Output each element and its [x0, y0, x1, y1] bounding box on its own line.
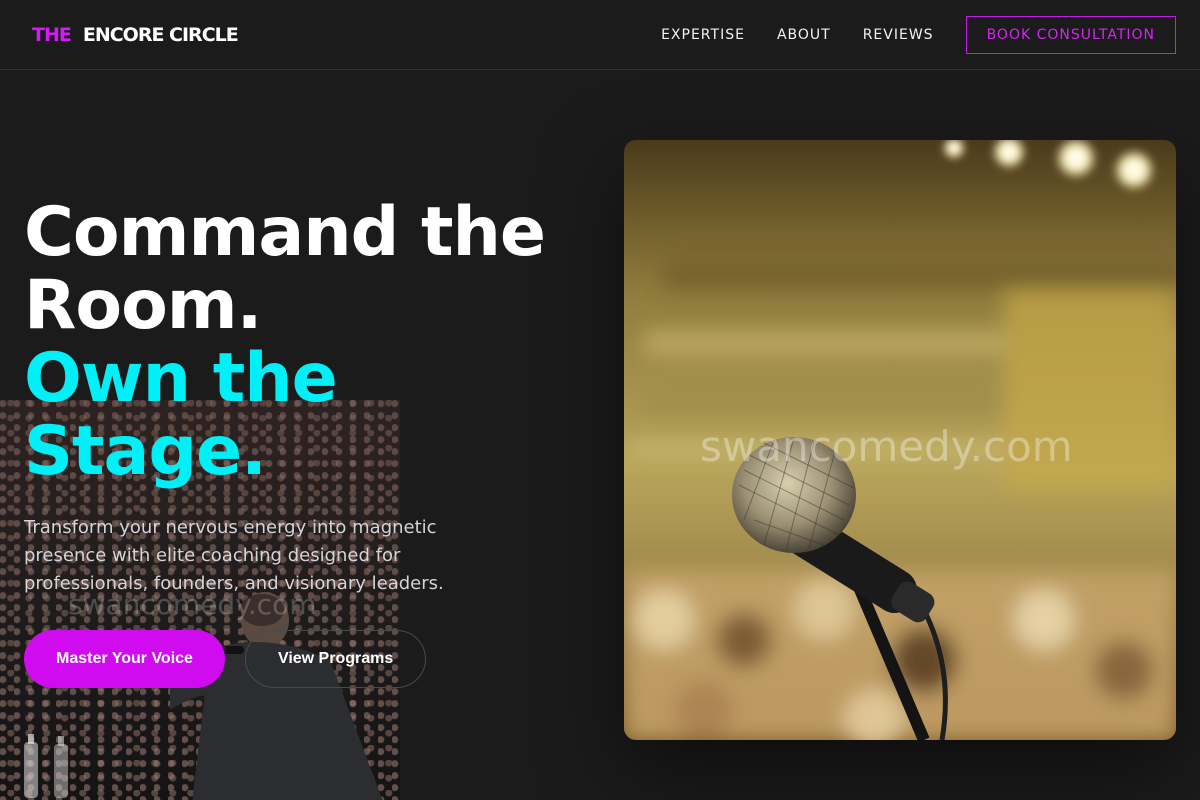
- nav-link-expertise[interactable]: EXPERTISE: [661, 27, 745, 43]
- nav-link-reviews[interactable]: REVIEWS: [863, 27, 934, 43]
- nav-links: EXPERTISE ABOUT REVIEWS BOOK CONSULTATIO…: [629, 16, 1176, 54]
- logo[interactable]: THE ENCORE CIRCLE: [32, 24, 239, 46]
- microphone-photo: swancomedy.com: [624, 140, 1176, 740]
- logo-prefix: THE: [32, 24, 72, 46]
- hero-headline: Command the Room. Own the Stage.: [24, 196, 604, 488]
- water-bottles: [24, 734, 68, 798]
- logo-name: ENCORE CIRCLE: [82, 24, 239, 46]
- hero-subtext: Transform your nervous energy into magne…: [24, 517, 444, 594]
- view-programs-button[interactable]: View Programs: [244, 630, 427, 688]
- navbar: THE ENCORE CIRCLE EXPERTISE ABOUT REVIEW…: [0, 0, 1200, 70]
- master-your-voice-button[interactable]: Master Your Voice: [24, 630, 225, 688]
- nav-link-about[interactable]: ABOUT: [777, 27, 831, 43]
- watermark-right: swancomedy.com: [700, 422, 1073, 471]
- headline-line-1: Command the: [24, 193, 546, 272]
- headline-line-4: Stage.: [24, 412, 267, 491]
- headline-line-3: Own the: [24, 339, 338, 418]
- hero-buttons: Master Your Voice View Programs: [24, 630, 604, 688]
- book-consultation-button[interactable]: BOOK CONSULTATION: [965, 16, 1176, 54]
- hero-section: Command the Room. Own the Stage. Transfo…: [24, 196, 604, 688]
- headline-line-2: Room.: [24, 266, 262, 345]
